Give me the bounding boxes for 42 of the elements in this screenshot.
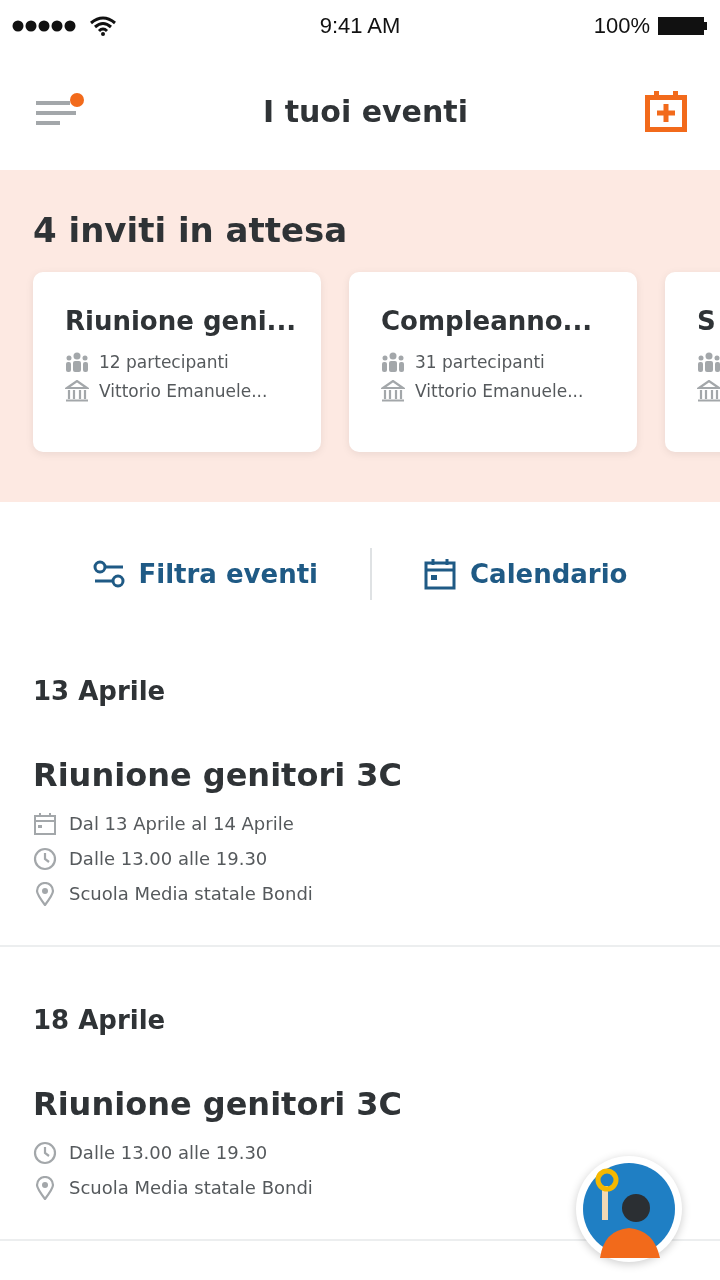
participants-count: 12 partecipanti — [99, 352, 229, 372]
clock-icon — [33, 846, 57, 871]
participants-count: 31 partecipanti — [415, 352, 545, 372]
event-detail: Dalle 13.00 alle 19.30 — [69, 848, 268, 869]
people-icon — [381, 352, 405, 372]
invite-title: Compleanno... — [381, 306, 594, 336]
filter-button[interactable]: Filtra eventi — [92, 559, 319, 589]
event-detail: Scuola Media statale Bondi — [69, 883, 313, 904]
battery-icon — [658, 16, 708, 36]
calendar-icon — [33, 811, 57, 836]
calendar-button[interactable]: Calendario — [424, 558, 628, 590]
page-title: I tuoi eventi — [263, 93, 468, 129]
invite-place: Vittorio Emanuele... — [415, 381, 584, 401]
event-detail: Scuola Media statale Bondi — [69, 1177, 313, 1198]
assistant-avatar[interactable] — [576, 1156, 682, 1262]
building-icon — [65, 380, 89, 402]
people-icon — [697, 352, 720, 372]
status-time: 9:41 AM — [319, 13, 401, 39]
event-detail: Dalle 13.00 alle 19.30 — [69, 1142, 268, 1163]
invites-heading: 4 inviti in attesa — [33, 210, 349, 250]
event-title[interactable]: Riunione genitori 3C — [33, 1085, 687, 1123]
invite-title: Riunione geni... — [65, 306, 298, 336]
invite-card[interactable]: Riunione geni... 12 partecipanti Vittorio Emanuele... — [33, 272, 321, 452]
clock-icon — [33, 1140, 57, 1165]
battery-percent: 100% — [593, 13, 650, 39]
wifi-icon — [90, 16, 116, 36]
calendar-icon — [424, 558, 457, 590]
invite-title: S — [697, 306, 717, 336]
invite-card[interactable]: Compleanno... 31 partecipanti Vittorio Emanuele... — [349, 272, 637, 452]
event-title[interactable]: Riunione genitori 3C — [33, 756, 687, 794]
add-event-icon[interactable] — [645, 90, 687, 132]
date-heading: 18 Aprile — [33, 1005, 167, 1035]
people-icon — [65, 352, 89, 372]
building-icon — [697, 380, 720, 402]
date-heading: 13 Aprile — [33, 676, 167, 706]
sliders-icon — [92, 560, 125, 588]
invite-place: Vittorio Emanuele... — [99, 381, 268, 401]
location-pin-icon — [33, 881, 57, 906]
event-detail: Dal 13 Aprile al 14 Aprile — [69, 813, 294, 834]
building-icon — [381, 380, 405, 402]
invite-card[interactable]: S — [665, 272, 720, 452]
location-pin-icon — [33, 1175, 57, 1200]
